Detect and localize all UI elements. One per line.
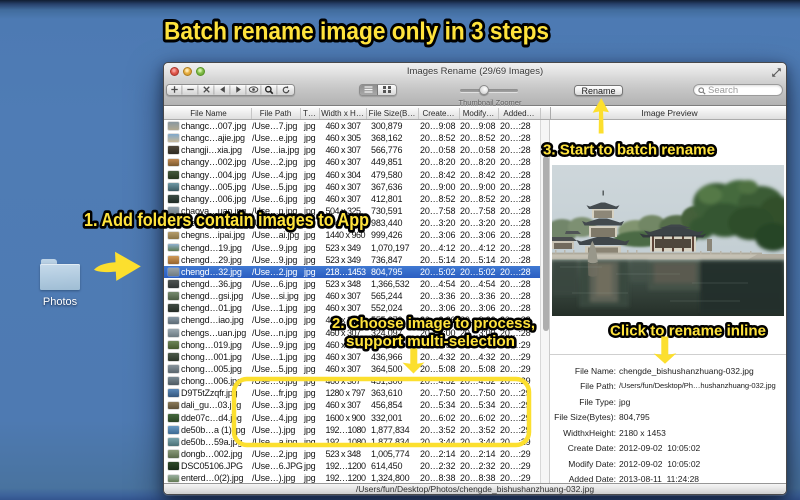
svg-text:Batch rename image only in 3 s: Batch rename image only in 3 steps (164, 18, 549, 46)
